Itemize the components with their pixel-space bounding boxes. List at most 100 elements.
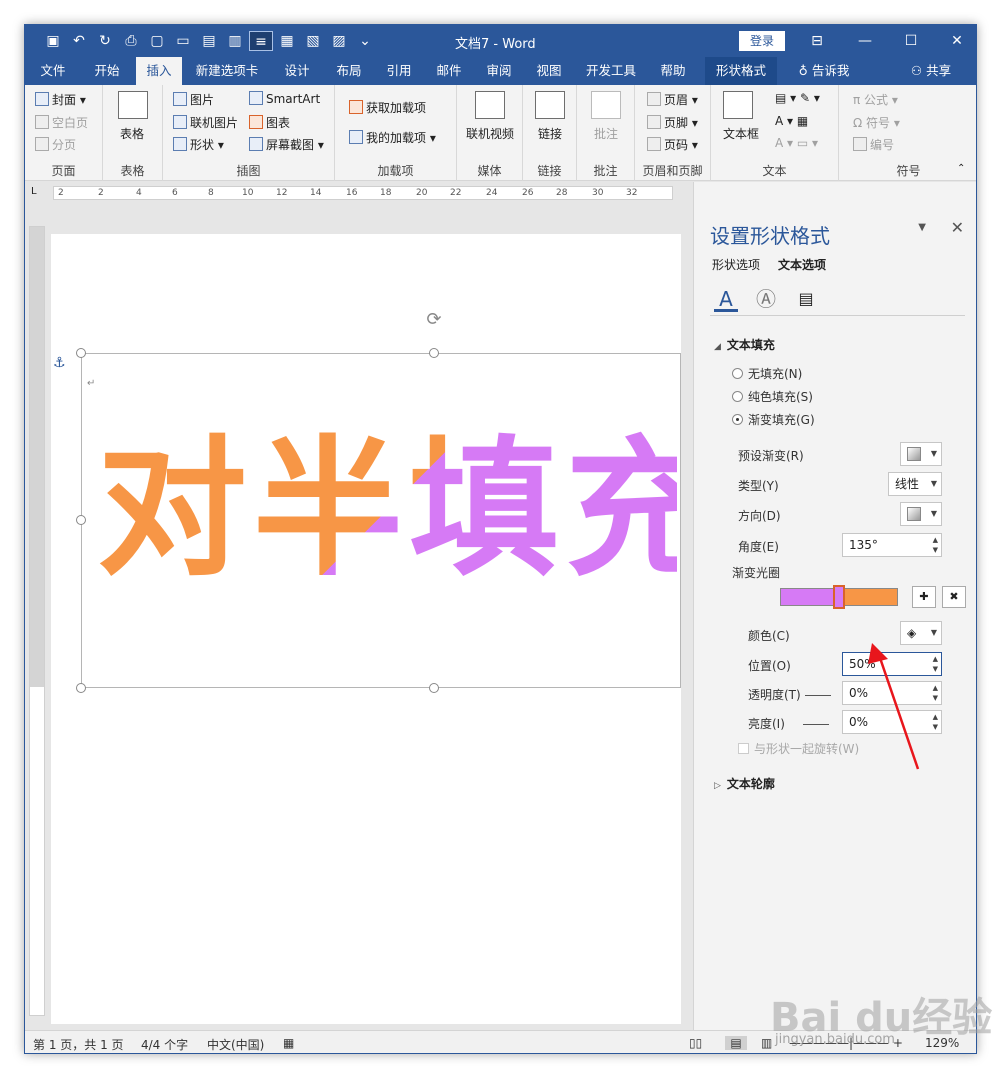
spinner-arrows-icon[interactable]: ▲ ▼ [933,654,938,674]
spinner-arrows-icon[interactable]: ▲ ▼ [933,683,938,703]
tab-mailings[interactable]: 邮件 [427,57,471,85]
radio-no-fill[interactable]: 无填充(N) [732,365,802,382]
smartart-button[interactable]: SmartArt [249,91,320,106]
pane-options-icon[interactable]: ▼ [918,222,926,233]
vertical-ruler[interactable] [29,226,45,1016]
status-words[interactable]: 4/4 个字 [141,1036,188,1053]
tell-me[interactable]: ♁ 告诉我 [789,57,859,85]
section-text-fill[interactable]: ◢ 文本填充 [714,336,775,353]
radio-solid-fill[interactable]: 纯色填充(S) [732,388,813,405]
columns-icon[interactable]: ▧ [301,31,325,51]
remove-stop-icon[interactable]: ✖ [942,586,966,608]
read-mode-icon[interactable]: ≡ [249,31,273,51]
status-language[interactable]: 中文(中国) [207,1036,264,1053]
blank-page-button[interactable]: 空白页 [35,114,88,131]
direction-dropdown[interactable]: ▼ [900,502,942,526]
radio-gradient-fill[interactable]: 渐变填充(G) [732,411,815,428]
add-stop-icon[interactable]: ✚ [912,586,936,608]
rotate-handle-icon[interactable]: ⟳ [424,310,444,330]
spinner-arrows-icon[interactable]: ▲ ▼ [933,712,938,732]
page-break-button[interactable]: 分页 [35,136,76,153]
read-mode-view-icon[interactable]: ▯▯ [689,1036,702,1050]
wordart-text[interactable]: 对半填充 [97,420,677,600]
tab-help[interactable]: 帮助 [651,57,695,85]
tab-review[interactable]: 审阅 [477,57,521,85]
print-preview-icon[interactable]: ⎙ [119,31,143,51]
login-button[interactable]: 登录 [739,31,785,51]
tab-selector-icon[interactable]: L [31,186,37,197]
spinner-arrows-icon[interactable]: ▲ ▼ [933,535,938,555]
slider-icon[interactable] [802,723,829,734]
screenshot-button[interactable]: 屏幕截图 ▾ [249,136,324,153]
angle-spinner[interactable]: 135° ▲ ▼ [842,533,942,557]
rotate-with-shape-checkbox[interactable]: 与形状一起旋转(W) [738,740,859,757]
wordart-icon[interactable]: A ▾ ▦ [775,114,808,128]
cover-button[interactable]: 封面 ▾ [35,91,86,108]
open-icon[interactable]: ▭ [171,31,195,51]
tab-design[interactable]: 设计 [275,57,319,85]
position-spinner[interactable]: 50% ▲ ▼ [842,652,942,676]
text-fill-outline-icon[interactable]: A [714,286,738,312]
maximize-icon[interactable]: ☐ [897,29,925,53]
text-effects-icon[interactable]: Ⓐ [754,286,778,312]
type-dropdown[interactable]: 线性 ▼ [888,472,942,496]
gradient-stop-handle[interactable] [833,585,845,609]
undo-icon[interactable]: ↶ [67,31,91,51]
paste-icon[interactable]: ▤ [197,31,221,51]
customize-qat-icon[interactable]: ⌄ [353,31,377,51]
page-number-button[interactable]: 页码 ▾ [647,136,698,153]
textbox-layout-icon[interactable]: ▤ [794,286,818,312]
tab-home[interactable]: 开始 [85,57,129,85]
macro-record-icon[interactable]: ▦ [283,1036,294,1050]
tab-layout[interactable]: 布局 [327,57,371,85]
collapse-ribbon-icon[interactable]: ⌃ [957,163,965,174]
tab-new[interactable]: 新建选项卡 [189,57,265,85]
print-layout-view-icon[interactable]: ▤ [725,1036,747,1050]
resize-handle[interactable] [76,683,86,693]
dropcap-icon[interactable]: A ▾ ▭ ▾ [775,136,818,150]
tab-insert[interactable]: 插入 [136,57,182,85]
footer-button[interactable]: 页脚 ▾ [647,114,698,131]
equation-button[interactable]: π 公式 ▾ [853,91,898,108]
tab-file[interactable]: 文件 [31,57,75,85]
picture-icon[interactable]: ▦ [275,31,299,51]
status-page[interactable]: 第 1 页，共 1 页 [33,1036,124,1053]
online-picture-button[interactable]: 联机图片 [173,114,238,131]
tab-text-options[interactable]: 文本选项 [778,256,826,273]
quick-parts-icon[interactable]: ▤ ▾ ✎ ▾ [775,91,820,105]
tab-developer[interactable]: 开发工具 [579,57,643,85]
tab-view[interactable]: 视图 [527,57,571,85]
anchor-icon[interactable]: ⚓ [53,355,66,371]
tab-shape-options[interactable]: 形状选项 [712,256,760,273]
slider-icon[interactable] [804,694,831,705]
format-painter-icon[interactable]: ▥ [223,31,247,51]
section-text-outline[interactable]: ▷ 文本轮廓 [714,775,775,792]
pane-close-icon[interactable]: ✕ [951,218,964,237]
resize-handle[interactable] [76,348,86,358]
table-button[interactable]: 表格 [120,125,144,142]
save-icon[interactable]: ▣ [41,31,65,51]
preset-gradient-dropdown[interactable]: ▼ [900,442,942,466]
clipboard-icon[interactable]: ▨ [327,31,351,51]
textbox-button[interactable]: 文本框 [723,125,759,142]
transparency-spinner[interactable]: 0% ▲ ▼ [842,681,942,705]
redo-icon[interactable]: ↻ [93,31,117,51]
share-button[interactable]: ⚇ 共享 [903,57,959,85]
shapes-button[interactable]: 形状 ▾ [173,136,224,153]
get-addins-button[interactable]: 获取加载项 [349,99,426,116]
tab-references[interactable]: 引用 [377,57,421,85]
chart-button[interactable]: 图表 [249,114,290,131]
comment-button[interactable]: 批注 [594,125,618,142]
picture-button[interactable]: 图片 [173,91,214,108]
resize-handle[interactable] [429,683,439,693]
horizontal-ruler[interactable]: L 2 2 4 6 8 10 12 14 16 18 20 22 24 26 2… [25,182,693,204]
link-button[interactable]: 链接 [538,125,562,142]
new-doc-icon[interactable]: ▢ [145,31,169,51]
color-picker[interactable]: ◈ ▼ [900,621,942,645]
minimize-icon[interactable]: — [851,29,879,53]
resize-handle[interactable] [76,515,86,525]
close-icon[interactable]: ✕ [943,29,971,53]
ribbon-display-icon[interactable]: ⊟ [803,29,831,53]
symbol-button[interactable]: Ω 符号 ▾ [853,114,900,131]
online-video-button[interactable]: 联机视频 [466,125,514,142]
